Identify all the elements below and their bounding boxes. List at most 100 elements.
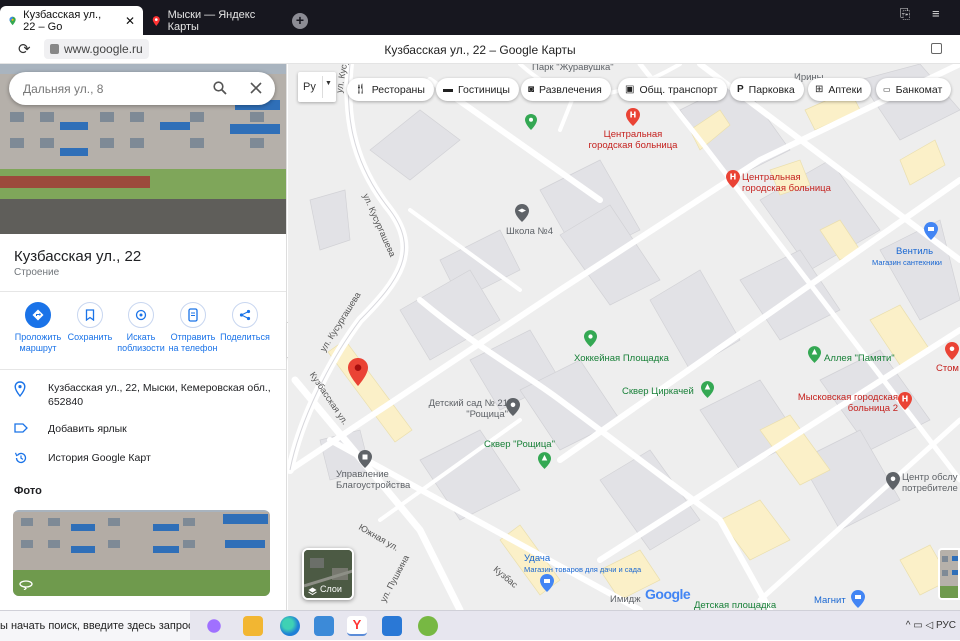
kindergarten-pin-icon[interactable] [506, 398, 520, 416]
address-text: Кузбасская ул., 22, Мыски, Кемеровская о… [48, 382, 271, 408]
tab-yandex-maps[interactable]: Мыски — Яндекс Карты [143, 6, 283, 35]
volume-icon[interactable]: ◁ [926, 620, 936, 631]
hospital-pin-icon[interactable]: H [626, 108, 640, 126]
chip-transit[interactable]: ▣ Общ. транспорт [618, 78, 727, 101]
selected-place-pin-icon[interactable] [348, 358, 368, 386]
alice-icon[interactable] [204, 616, 224, 636]
shop-pin-icon[interactable] [924, 222, 938, 240]
map-canvas[interactable]: H Центральная городская больница H Центр… [288, 64, 960, 610]
hospital-label: Центральная городская больница [742, 172, 831, 194]
address-row[interactable]: Кузбасская ул., 22, Мыски, Кемеровская о… [14, 381, 279, 411]
edge-icon[interactable] [280, 616, 300, 636]
chip-entertainment[interactable]: ◙ Развлечения [521, 78, 611, 101]
new-tab-button[interactable]: + [292, 13, 308, 29]
chip-parking[interactable]: P Парковка [730, 78, 804, 101]
park-pin-icon[interactable] [525, 114, 537, 130]
history-icon [14, 452, 27, 464]
hospital-label: Центральная городская больница [588, 129, 678, 151]
service-pin-icon[interactable] [886, 472, 900, 490]
hospital-pin-icon[interactable] [945, 342, 959, 360]
nearby-label: Искать поблизости [117, 332, 165, 353]
torrent-icon[interactable] [418, 616, 438, 636]
parking-icon: P [737, 84, 744, 95]
nearby-icon [128, 302, 154, 328]
close-tab-icon[interactable]: ✕ [125, 14, 135, 28]
network-icon[interactable]: ▭ [913, 620, 925, 631]
stom-label: Стом [936, 363, 959, 374]
search-icon[interactable] [213, 81, 227, 95]
send-to-phone-button[interactable]: Отправить на телефон [165, 302, 221, 354]
ventil-sublabel: Магазин сантехники [872, 258, 942, 267]
layers-label: Слои [320, 584, 342, 594]
file-explorer-icon[interactable] [243, 616, 263, 636]
nearby-button[interactable]: Искать поблизости [113, 302, 169, 354]
place-title: Кузбасская ул., 22 [14, 248, 142, 265]
chip-label: Парковка [748, 83, 795, 96]
search-input[interactable] [23, 79, 203, 99]
hospital-label: Мысковская городская больница 2 [797, 392, 898, 414]
tab-google-maps[interactable]: Кузбасская ул., 22 – Go ✕ [0, 6, 143, 35]
park-pin-icon[interactable] [808, 346, 821, 363]
history-text: История Google Карт [48, 452, 151, 464]
ventil-label: Вентиль [896, 246, 934, 257]
chip-pharmacy[interactable]: ⊞ Аптеки [808, 78, 872, 101]
magnit-label: Магнит [814, 595, 846, 606]
tab-title: Кузбасская ул., 22 – Go [23, 8, 102, 33]
park-pin-icon[interactable] [701, 381, 714, 398]
playground-label: Детская площадка [694, 600, 777, 610]
school-pin-icon[interactable] [515, 204, 529, 222]
chip-label: Банкомат [895, 83, 943, 96]
menu-icon[interactable]: ≡ [932, 6, 940, 21]
chip-label: Рестораны [371, 83, 425, 96]
chip-atm[interactable]: ▭ Банкомат [876, 78, 952, 101]
copy-link-icon[interactable] [931, 43, 942, 54]
layers-button[interactable]: Слои [302, 548, 354, 600]
park-pin-icon[interactable] [584, 330, 597, 347]
keyboard-language[interactable]: РУС [936, 620, 956, 631]
office-pin-icon[interactable] [358, 450, 372, 468]
camera-icon: ◙ [528, 84, 535, 95]
directions-button[interactable]: Проложить маршрут [10, 302, 66, 354]
share-button[interactable]: Поделиться [217, 302, 273, 343]
taskbar-search-input[interactable] [0, 617, 190, 635]
bookmark-icon [77, 302, 103, 328]
store-icon[interactable] [314, 616, 334, 636]
bed-icon: ▬ [443, 84, 453, 95]
page-title: Кузбасская ул., 22 – Google Карты [384, 43, 576, 57]
map-language-select[interactable]: Ру ▼ [298, 72, 336, 102]
street-view-thumbnail[interactable] [938, 548, 960, 600]
save-button[interactable]: Сохранить [62, 302, 118, 343]
hospital-pin-icon[interactable]: H [726, 170, 740, 188]
photos-thumbnail[interactable] [13, 510, 270, 596]
roshchitsa-square-label: Сквер "Рощица" [484, 439, 555, 450]
bookmark-window-icon[interactable]: ⎘ [900, 6, 910, 22]
chip-hotels[interactable]: ▬ Гостиницы [436, 78, 519, 101]
shop-pin-icon[interactable] [540, 574, 554, 592]
send-to-phone-icon [180, 302, 206, 328]
clear-search-icon[interactable] [250, 82, 262, 94]
chip-restaurants[interactable]: 🍴︎ Рестораны [347, 78, 434, 101]
management-label: Управление Благоустройства [336, 469, 411, 491]
google-logo: Google [645, 586, 691, 602]
chip-label: Аптеки [828, 83, 863, 96]
yandex-browser-icon[interactable]: Y [347, 616, 367, 636]
shop-pin-icon[interactable] [851, 590, 865, 608]
tab-title: Мыски — Яндекс Карты [167, 8, 256, 33]
history-row[interactable]: История Google Карт [14, 451, 279, 465]
park-pin-icon[interactable] [538, 452, 551, 469]
add-label-row[interactable]: Добавить ярлык [14, 422, 279, 436]
share-icon [232, 302, 258, 328]
google-logo-text: Google [645, 586, 691, 602]
udacha-label: Удача [524, 553, 551, 564]
school-label: Школа №4 [506, 226, 553, 237]
svg-text:H: H [902, 395, 909, 404]
bus-icon: ▣ [625, 84, 635, 95]
chevron-down-icon: ▼ [325, 80, 332, 87]
address-bar: ⟳ www.google.ru Кузбасская ул., 22 – Goo… [0, 35, 960, 64]
service-center-label: Центр обслу потребителе [902, 472, 958, 494]
svg-text:H: H [630, 111, 637, 120]
mail-icon[interactable] [382, 616, 402, 636]
directions-label: Проложить маршрут [14, 332, 62, 353]
hospital-pin-icon[interactable]: H [898, 392, 912, 410]
system-tray: ^ ▭ ◁ РУС [906, 620, 956, 631]
